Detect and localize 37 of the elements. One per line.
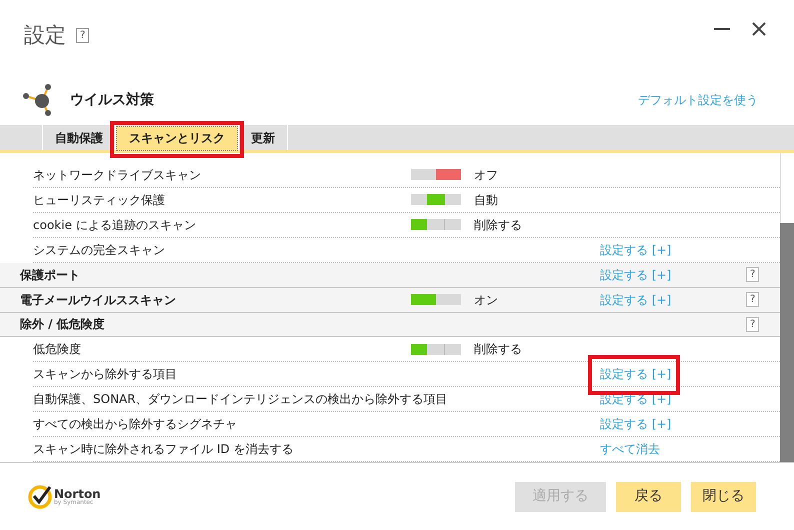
help-button[interactable]: ?	[746, 292, 760, 308]
help-button[interactable]: ?	[76, 28, 90, 44]
setting-label: スキャンから除外する項目	[33, 367, 177, 382]
setting-label: 自動保護、SONAR、ダウンロードインテリジェンスの検出から除外する項目	[33, 392, 448, 406]
section-title: ウイルス対策	[70, 90, 154, 110]
tab[interactable]: スキャンとリスク	[116, 126, 238, 150]
toggle-switch[interactable]	[411, 194, 461, 206]
group-heading: 保護ポート	[20, 268, 80, 282]
setting-label: システムの完全スキャン	[33, 242, 165, 257]
tab[interactable]: 更新	[239, 126, 287, 150]
setting-status: 自動	[474, 192, 498, 207]
toggle-switch[interactable]	[411, 169, 461, 180]
toggle-switch[interactable]	[411, 294, 461, 306]
setting-label: cookie による追跡のスキャン	[33, 218, 196, 232]
group-heading: 除外 / 低危険度	[20, 317, 105, 332]
help-button[interactable]: ?	[746, 267, 760, 282]
toggle-switch[interactable]	[411, 219, 461, 230]
setting-status: オフ	[474, 168, 498, 182]
setting-label: 低危険度	[33, 342, 81, 356]
checkmark-logo-icon	[28, 484, 52, 508]
dialog-button[interactable]: 閉じる	[691, 482, 756, 512]
window-title: 設定	[24, 22, 66, 49]
close-icon[interactable]	[752, 22, 766, 36]
scrollbar[interactable]	[780, 153, 794, 462]
setting-label: スキャン時に除外されるファイル ID を消去する	[33, 442, 294, 456]
dialog-button[interactable]: 戻る	[616, 482, 681, 512]
setting-label: すべての検出から除外するシグネチャ	[33, 417, 237, 432]
tab[interactable]: 自動保護	[43, 126, 115, 150]
toggle-switch[interactable]	[411, 344, 461, 355]
setting-status: 削除する	[474, 218, 522, 232]
help-button[interactable]: ?	[746, 316, 760, 332]
logo-name: Norton	[54, 488, 101, 500]
setting-label: ヒューリスティック保護	[33, 192, 165, 207]
setting-status: オン	[474, 292, 498, 307]
setting-status: 削除する	[474, 342, 522, 356]
setting-label: ネットワークドライブスキャン	[33, 168, 201, 182]
group-heading: 電子メールウイルススキャン	[20, 292, 176, 307]
